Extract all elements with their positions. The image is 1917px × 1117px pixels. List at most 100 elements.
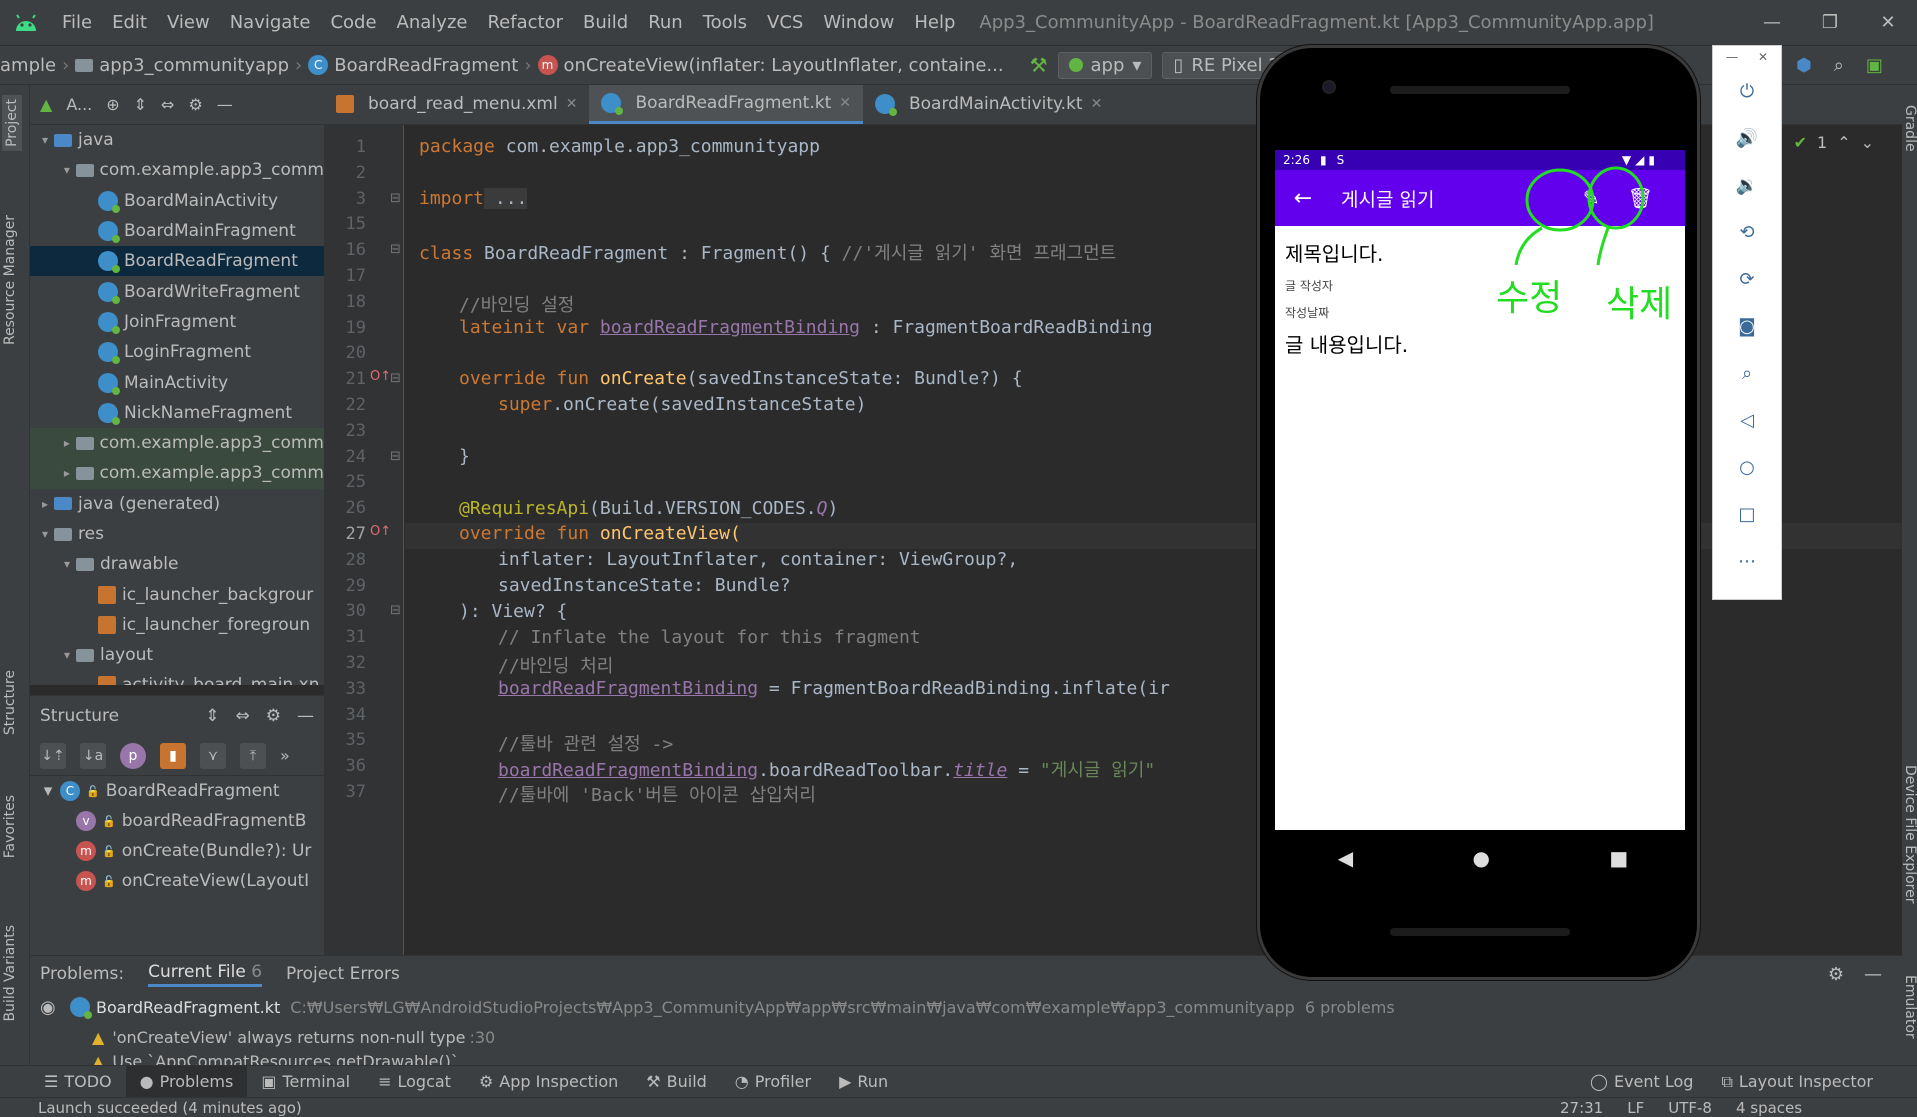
chevron-down-icon[interactable]: ▾ <box>58 648 76 662</box>
autoscroll-icon[interactable]: ⤒ <box>240 742 266 769</box>
show-properties-icon[interactable]: p <box>120 742 146 769</box>
problem-row[interactable]: ▲ Use `AppCompatResources.getDrawable()` <box>30 1052 1902 1065</box>
project-tree-item[interactable]: LoginFragment <box>30 337 324 367</box>
menu-code[interactable]: Code <box>320 12 386 33</box>
nav-home-icon[interactable]: ● <box>1473 846 1490 870</box>
chevron-down-icon[interactable]: ▾ <box>58 163 76 177</box>
expand-all-icon[interactable]: ⇕ <box>205 706 219 726</box>
hide-icon[interactable]: — <box>297 706 314 726</box>
project-tree-item[interactable]: ic_launcher_backgrour <box>30 579 324 609</box>
chevron-right-icon[interactable]: ▸ <box>36 497 54 511</box>
tab-current-file[interactable]: Current File 6 <box>148 962 263 987</box>
breadcrumb-class[interactable]: C BoardReadFragment <box>308 55 518 76</box>
minimize-button[interactable]: — <box>1743 12 1801 33</box>
emulator-tool-tab[interactable]: Emulator <box>1902 975 1917 1039</box>
menu-run[interactable]: Run <box>638 12 693 33</box>
logcat-tool-button[interactable]: ≡ Logcat <box>364 1066 465 1097</box>
line-separator[interactable]: LF <box>1627 1098 1644 1117</box>
profiler-tool-button[interactable]: ◔ Profiler <box>721 1066 825 1097</box>
structure-tree-item[interactable]: m 🔓 onCreate(Bundle?): Ur <box>30 836 324 866</box>
hide-icon[interactable]: — <box>217 95 233 114</box>
menu-view[interactable]: View <box>157 12 220 33</box>
sort-visibility-icon[interactable]: ↓⇡ <box>40 742 66 769</box>
project-tree-item[interactable]: BoardMainActivity <box>30 186 324 216</box>
terminal-tool-button[interactable]: ▣ Terminal <box>247 1066 364 1097</box>
zoom-icon[interactable]: ⌕ <box>1713 350 1781 397</box>
project-tree-item[interactable]: ▾ drawable <box>30 549 324 579</box>
fold-icon[interactable]: ⊟ <box>390 449 401 464</box>
chevron-down-icon[interactable]: ▾ <box>36 527 54 541</box>
minimize-icon[interactable]: — <box>1726 50 1738 64</box>
rotate-right-icon[interactable]: ⟳ <box>1713 256 1781 303</box>
tab-project-errors[interactable]: Project Errors <box>286 964 400 984</box>
gear-icon[interactable]: ⚙ <box>188 95 202 114</box>
problems-file-row[interactable]: ◉ BoardReadFragment.kt C:₩Users₩LG₩Andro… <box>30 992 1902 1022</box>
project-view-selector[interactable]: A... <box>66 95 92 114</box>
structure-tree-item[interactable]: m 🔓 onCreateView(LayoutI <box>30 866 324 896</box>
resource-manager-tool-tab[interactable]: Resource Manager <box>2 215 18 345</box>
menu-refactor[interactable]: Refactor <box>477 12 573 33</box>
project-tree-item[interactable]: JoinFragment <box>30 307 324 337</box>
project-tree-item[interactable]: BoardReadFragment <box>30 246 324 277</box>
menu-window[interactable]: Window <box>813 12 904 33</box>
project-tree-item[interactable]: ic_launcher_foregroun <box>30 610 324 640</box>
menu-analyze[interactable]: Analyze <box>387 12 478 33</box>
menu-help[interactable]: Help <box>904 12 965 33</box>
volume-down-icon[interactable]: 🔉 <box>1713 162 1781 209</box>
fold-icon[interactable]: ⊟ <box>390 371 401 386</box>
menu-navigate[interactable]: Navigate <box>220 12 321 33</box>
todo-tool-button[interactable]: ☰ TODO <box>30 1066 126 1097</box>
problem-row[interactable]: ▲ 'onCreateView' always returns non-null… <box>30 1022 1902 1052</box>
sdk-manager-icon[interactable]: ⬢ <box>1796 55 1812 76</box>
restore-button[interactable]: ❐ <box>1801 12 1859 33</box>
project-tree-item[interactable]: BoardWriteFragment <box>30 276 324 306</box>
hide-icon[interactable]: — <box>1864 964 1882 985</box>
project-tree-item[interactable]: MainActivity <box>30 367 324 397</box>
search-icon[interactable]: ⌕ <box>1834 55 1844 76</box>
nav-back-icon[interactable]: ◀ <box>1338 846 1353 870</box>
structure-tree-item[interactable]: ▾ C 🔓 BoardReadFragment <box>30 776 324 806</box>
indent-setting[interactable]: 4 spaces <box>1736 1098 1802 1117</box>
menu-build[interactable]: Build <box>573 12 638 33</box>
fold-icon[interactable]: ⊟ <box>390 603 401 618</box>
gear-icon[interactable]: ⚙ <box>266 706 281 726</box>
project-tree-item[interactable]: ▾ res <box>30 519 324 549</box>
app-inspection-tool-button[interactable]: ⚙ App Inspection <box>465 1066 632 1097</box>
close-tab-icon[interactable]: ✕ <box>1091 96 1103 112</box>
override-marker-icon[interactable]: O↑ <box>370 524 391 539</box>
build-tool-button[interactable]: ⚒ Build <box>632 1066 721 1097</box>
volume-up-icon[interactable]: 🔊 <box>1713 115 1781 162</box>
more-options-icon[interactable]: ⋯ <box>1713 538 1781 585</box>
problems-tool-button[interactable]: ● Problems <box>125 1066 248 1097</box>
project-tree-item[interactable]: activity_board_main.xn <box>30 670 324 685</box>
project-tree-item[interactable]: NickNameFragment <box>30 398 324 428</box>
tab-board-read-menu-xml[interactable]: board_read_menu.xml ✕ <box>324 85 589 124</box>
event-log-tool-button[interactable]: ◯ Event Log <box>1576 1066 1707 1097</box>
chevron-right-icon[interactable]: ▸ <box>58 466 76 480</box>
more-icon[interactable]: » <box>280 746 290 765</box>
project-tree-item[interactable]: ▸ com.example.app3_comm <box>30 427 324 459</box>
gradle-tool-tab[interactable]: Gradle <box>1902 105 1917 152</box>
run-config-dropdown[interactable]: app ▾ <box>1057 51 1153 79</box>
breadcrumb-method[interactable]: m onCreateView(inflater: LayoutInflater, … <box>537 55 1004 76</box>
close-tab-icon[interactable]: ✕ <box>566 96 578 112</box>
file-encoding[interactable]: UTF-8 <box>1668 1098 1712 1117</box>
show-inherited-icon[interactable]: ⋎ <box>200 742 226 769</box>
project-tree-item[interactable]: ▸ com.example.app3_comm <box>30 458 324 489</box>
show-fields-icon[interactable]: ▮ <box>160 742 186 769</box>
project-tree-item[interactable]: ▸ java (generated) <box>30 489 324 519</box>
fold-icon[interactable]: ⊟ <box>390 191 401 206</box>
project-tree-item[interactable]: ▾ java <box>30 125 324 155</box>
override-marker-icon[interactable]: O↑ <box>370 369 391 384</box>
device-manager-icon[interactable]: ▣ <box>1866 55 1883 76</box>
eye-icon[interactable]: ◉ <box>40 997 70 1018</box>
device-file-explorer-tool-tab[interactable]: Device File Explorer <box>1902 765 1917 904</box>
chevron-down-icon[interactable]: ▾ <box>36 133 54 147</box>
collapse-all-icon[interactable]: ⇔ <box>161 95 174 114</box>
favorites-tool-tab[interactable]: Favorites <box>2 795 18 858</box>
back-arrow-icon[interactable]: ← <box>1275 186 1331 211</box>
close-tab-icon[interactable]: ✕ <box>839 95 851 111</box>
menu-vcs[interactable]: VCS <box>757 12 813 33</box>
layout-inspector-tool-button[interactable]: ⧉ Layout Inspector <box>1707 1066 1887 1097</box>
project-tree-item[interactable]: ▾ com.example.app3_comm <box>30 155 324 185</box>
